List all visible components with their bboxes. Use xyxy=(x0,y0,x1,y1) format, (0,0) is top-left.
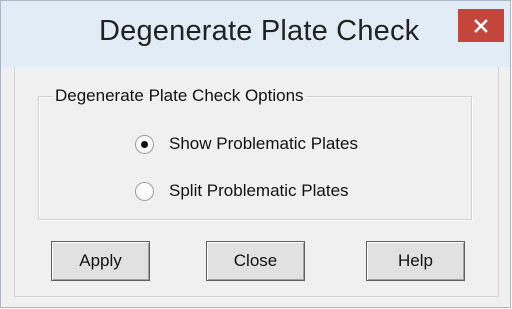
radio-label[interactable]: Split Problematic Plates xyxy=(169,181,349,201)
radio-button-unselected[interactable] xyxy=(136,182,153,200)
help-button-label: Help xyxy=(398,251,433,270)
radio-split-problematic-plates[interactable]: Split Problematic Plates xyxy=(136,181,349,201)
window-title: Degenerate Plate Check xyxy=(99,15,420,47)
radio-button-selected[interactable] xyxy=(136,135,153,153)
radio-show-problematic-plates[interactable]: Show Problematic Plates xyxy=(136,134,358,154)
radio-label[interactable]: Show Problematic Plates xyxy=(169,134,358,154)
help-button[interactable]: Help xyxy=(366,241,465,281)
options-groupbox xyxy=(38,96,472,220)
close-button-label: Close xyxy=(233,251,278,270)
window-close-button[interactable] xyxy=(458,9,504,42)
radio-selected-dot xyxy=(141,140,148,148)
groupbox-legend: Degenerate Plate Check Options xyxy=(53,86,306,106)
title-bar[interactable]: Degenerate Plate Check xyxy=(1,1,510,67)
apply-button[interactable]: Apply xyxy=(51,241,150,281)
close-button[interactable]: Close xyxy=(206,241,305,281)
close-icon xyxy=(474,18,488,33)
apply-button-label: Apply xyxy=(79,251,122,270)
